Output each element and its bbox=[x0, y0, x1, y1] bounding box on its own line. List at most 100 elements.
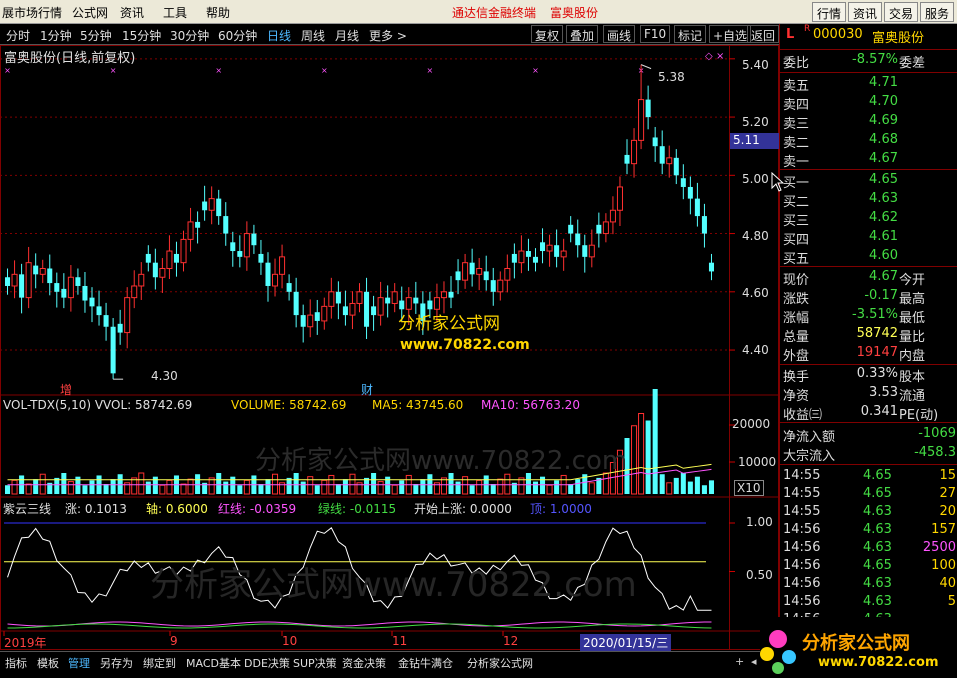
chart-area[interactable]: ×××××××◇× 富奥股份(日线,前复权) 5.40 5.20 5.00 4.… bbox=[0, 45, 779, 651]
tab-indicator[interactable]: 指标 bbox=[5, 655, 27, 671]
marker-x: × bbox=[4, 66, 11, 75]
volume-bar bbox=[300, 481, 306, 494]
divider bbox=[780, 169, 957, 170]
volume-bar bbox=[349, 473, 356, 495]
tick-volume: 2500 bbox=[922, 540, 956, 555]
tick-volume: 15 bbox=[939, 468, 956, 483]
volume-indicator-name: VOL-TDX(5,10) VVOL: 58742.69 bbox=[3, 398, 193, 412]
tab-template[interactable]: 模板 bbox=[37, 655, 59, 671]
period-5min[interactable]: 5分钟 bbox=[80, 27, 112, 44]
overlay-button[interactable]: 叠加 bbox=[566, 25, 599, 43]
tab-fund[interactable]: 资金决策 bbox=[342, 655, 386, 671]
volume-bar bbox=[701, 485, 707, 494]
volume-bar bbox=[286, 477, 292, 494]
volume-bar bbox=[568, 484, 574, 494]
volume-bar bbox=[61, 473, 67, 494]
stat-row-sub-label: 今开 bbox=[899, 273, 926, 288]
menu-formula-site[interactable]: 公式网 bbox=[72, 4, 108, 21]
stat-row-sub-label: 最高 bbox=[899, 292, 926, 307]
divider bbox=[780, 464, 957, 465]
candle-body bbox=[708, 262, 714, 272]
period-tick[interactable]: 分时 bbox=[6, 27, 30, 44]
menu-market[interactable]: 展市场行情 bbox=[2, 4, 62, 21]
stat-row-label: 涨跌 bbox=[783, 292, 810, 307]
volume-bar bbox=[638, 413, 645, 495]
tab-dde[interactable]: DDE决策 bbox=[244, 655, 290, 671]
candle-body bbox=[405, 297, 412, 310]
tick-row[interactable]: 14:56 4.63 2500 bbox=[780, 540, 957, 559]
period-daily[interactable]: 日线 bbox=[267, 27, 291, 44]
chevron-left-icon[interactable]: ◂ bbox=[751, 655, 757, 668]
tab-bind[interactable]: 绑定到 bbox=[143, 655, 176, 671]
tick-time: 14:56 bbox=[783, 576, 821, 591]
bid-row-value: 4.61 bbox=[869, 229, 898, 244]
period-monthly[interactable]: 月线 bbox=[335, 27, 359, 44]
stat-row-label: 外盘 bbox=[783, 349, 810, 364]
service-button[interactable]: 服务 bbox=[920, 2, 955, 22]
news-button[interactable]: 资讯 bbox=[848, 2, 883, 22]
period-60min[interactable]: 60分钟 bbox=[218, 27, 257, 44]
menu-bar: 展市场行情 公式网 资讯 工具 帮助 通达信金融终端 富奥股份 行情 资讯 交易… bbox=[0, 0, 957, 24]
quote-button[interactable]: 行情 bbox=[812, 2, 847, 22]
tick-row[interactable]: 14:56 4.65 100 bbox=[780, 558, 957, 577]
stock-code: 000030 bbox=[813, 27, 863, 42]
menu-help[interactable]: 帮助 bbox=[206, 4, 230, 21]
tab-gold-bull[interactable]: 金钻牛满仓 bbox=[398, 655, 453, 671]
event-marker-zeng[interactable]: 增 bbox=[60, 381, 72, 398]
add-watchlist-button[interactable]: +自选 bbox=[709, 25, 752, 43]
high-price-label: 5.38 bbox=[658, 70, 685, 84]
mark-button[interactable]: 标记 bbox=[674, 25, 707, 43]
plus-icon[interactable]: + bbox=[735, 655, 744, 668]
draw-button[interactable]: 画线 bbox=[603, 25, 636, 43]
period-weekly[interactable]: 周线 bbox=[301, 27, 325, 44]
watermark-text: 分析家公式网www.70822.com bbox=[150, 565, 637, 605]
period-15min[interactable]: 15分钟 bbox=[122, 27, 161, 44]
volume-bar bbox=[159, 484, 166, 495]
candle-body bbox=[631, 139, 638, 165]
period-1min[interactable]: 1分钟 bbox=[40, 27, 72, 44]
tab-save-as[interactable]: 另存为 bbox=[100, 655, 133, 671]
tick-row[interactable]: 14:55 4.65 15 bbox=[780, 468, 957, 487]
stat-row: 涨跌 -0.17 最高 bbox=[780, 288, 957, 307]
ask-row-label: 卖三 bbox=[783, 117, 810, 132]
candle-body bbox=[582, 245, 588, 257]
volume-bar bbox=[258, 484, 264, 494]
menu-news[interactable]: 资讯 bbox=[120, 4, 144, 21]
tab-manage[interactable]: 管理 bbox=[68, 655, 90, 671]
tick-row[interactable]: 14:56 4.63 157 bbox=[780, 522, 957, 541]
volume-bar bbox=[694, 476, 700, 494]
volume-bar bbox=[532, 481, 539, 494]
tick-row[interactable]: 14:56 4.63 40 bbox=[780, 576, 957, 595]
period-more[interactable]: 更多 > bbox=[369, 27, 407, 44]
candle-body bbox=[638, 99, 645, 141]
tick-row[interactable]: 14:55 4.65 27 bbox=[780, 486, 957, 505]
tick-price: 4.63 bbox=[863, 540, 892, 555]
ask-row: 卖一 4.67 bbox=[780, 151, 957, 170]
tick-row[interactable]: 14:56 4.63 5 bbox=[780, 594, 957, 613]
menu-tools[interactable]: 工具 bbox=[163, 4, 187, 21]
volume-bar bbox=[659, 474, 665, 494]
adjust-button[interactable]: 复权 bbox=[531, 25, 564, 43]
candle-body bbox=[652, 137, 658, 147]
tab-formula-site[interactable]: 分析家公式网 bbox=[467, 655, 533, 671]
candle-body bbox=[554, 245, 560, 257]
ask-row-value: 4.67 bbox=[869, 151, 898, 166]
tick-time: 14:55 bbox=[783, 486, 821, 501]
date-axis-label: 2019年 bbox=[4, 636, 47, 650]
volume-bar bbox=[413, 484, 419, 494]
tick-row[interactable]: 14:55 4.63 20 bbox=[780, 504, 957, 523]
trade-button[interactable]: 交易 bbox=[884, 2, 919, 22]
volume-bar bbox=[391, 484, 398, 495]
candle-body bbox=[525, 251, 531, 257]
diamond-icon: ◇ bbox=[705, 51, 713, 62]
tab-macd[interactable]: MACD基本 bbox=[186, 655, 241, 671]
tab-sup[interactable]: SUP决策 bbox=[293, 655, 337, 671]
candle-body bbox=[371, 306, 377, 316]
event-marker-cai[interactable]: 财 bbox=[361, 381, 373, 398]
flow-value: -1069 bbox=[918, 426, 956, 441]
f10-button[interactable]: F10 bbox=[640, 25, 671, 43]
period-30min[interactable]: 30分钟 bbox=[170, 27, 209, 44]
divider bbox=[780, 422, 957, 423]
bid-row: 买五 4.60 bbox=[780, 248, 957, 267]
back-button[interactable]: 返回 bbox=[747, 25, 780, 43]
